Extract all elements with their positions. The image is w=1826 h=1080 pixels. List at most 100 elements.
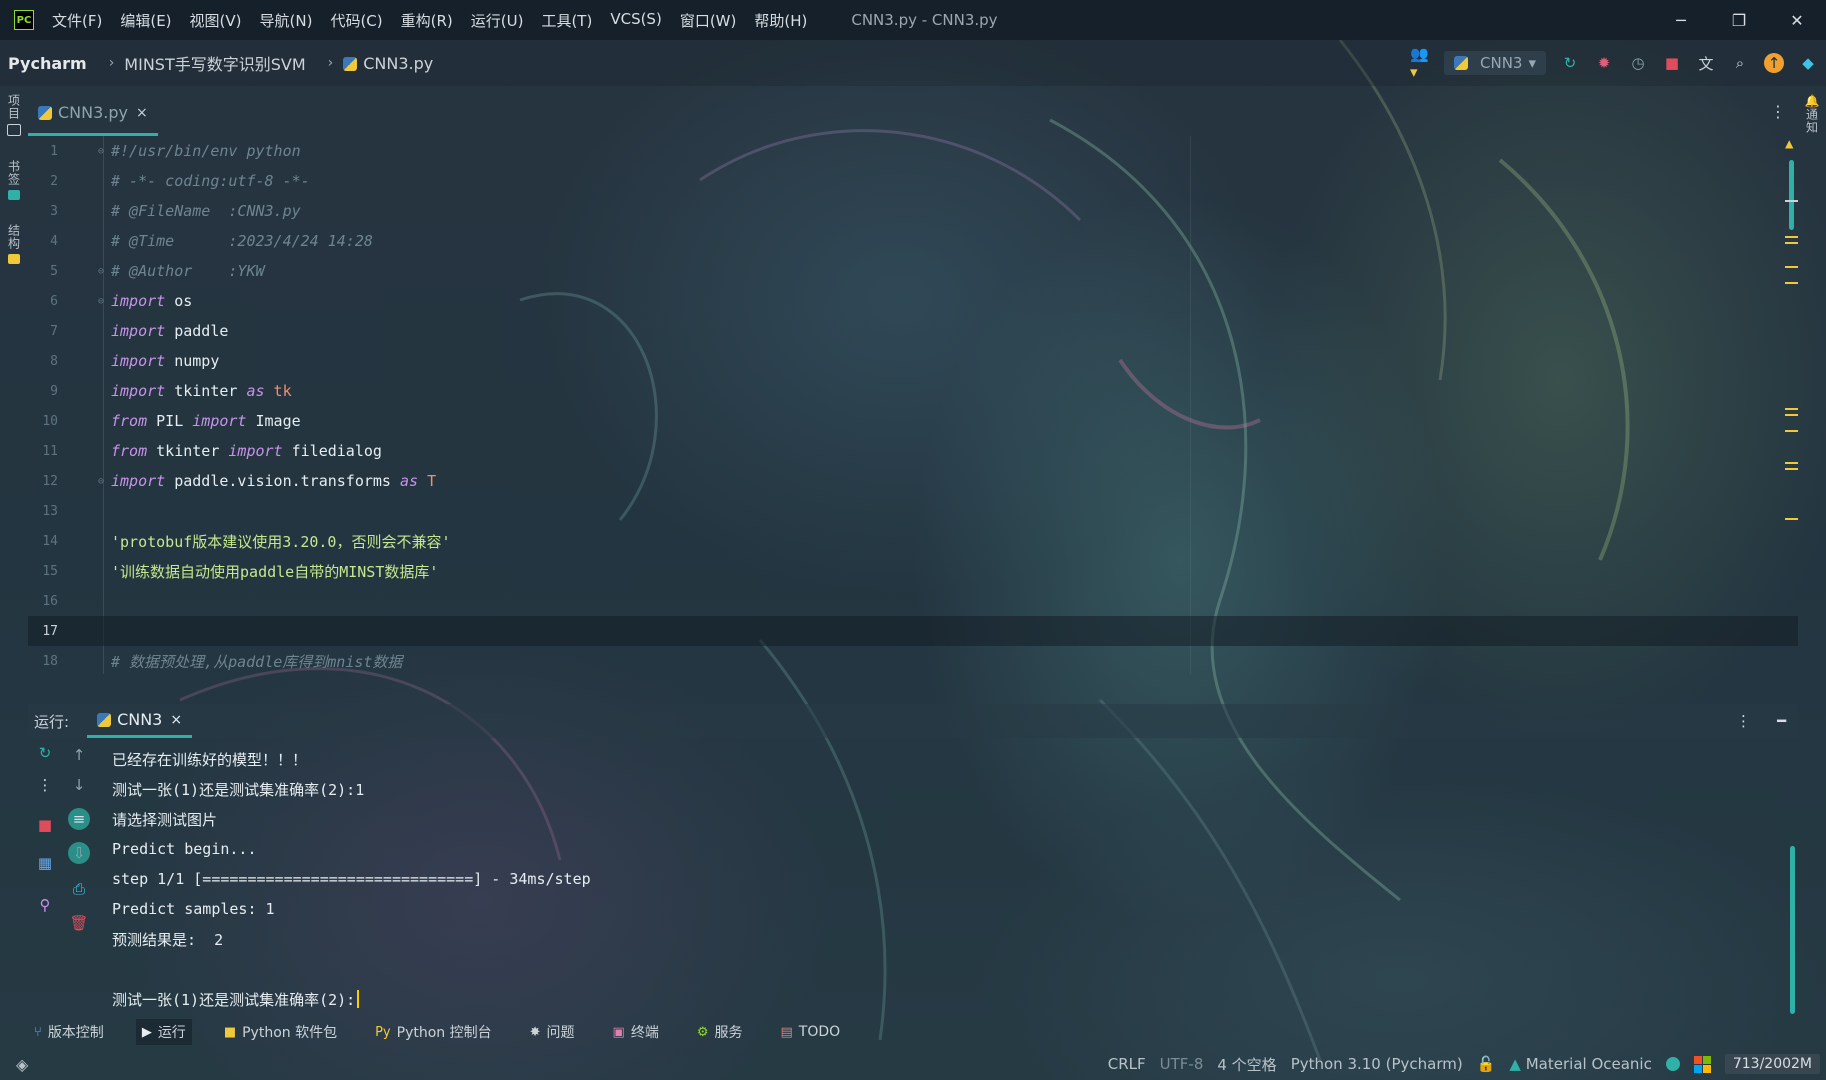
code-line[interactable]: 15 '训练数据自动使用paddle自带的MINST数据库' — [28, 556, 1798, 586]
line-number[interactable]: 7 — [28, 324, 58, 339]
breadcrumb-project[interactable]: MINST手写数字识别SVM — [124, 51, 305, 75]
minimize-button[interactable]: ─ — [1652, 0, 1710, 40]
close-run-tab-icon[interactable]: × — [170, 712, 182, 728]
menu-view[interactable]: 视图(V) — [190, 10, 242, 31]
pin-icon[interactable]: ⚲ — [34, 894, 56, 916]
close-window-button[interactable]: ✕ — [1768, 0, 1826, 40]
toolwindow-button[interactable]: ▤ TODO — [774, 1019, 846, 1045]
scroll-down-icon[interactable]: ↓ — [68, 774, 90, 796]
tool-structure[interactable]: 结构 — [0, 224, 28, 264]
tool-bookmarks[interactable]: 书签 — [0, 160, 28, 200]
stop-icon[interactable]: ■ — [1662, 53, 1682, 73]
layout-icon[interactable]: ▦ — [34, 852, 56, 874]
soft-wrap-icon[interactable]: ≡ — [68, 808, 90, 830]
tab-cnn3-py[interactable]: CNN3.py × — [28, 92, 158, 136]
line-number[interactable]: 16 — [28, 594, 58, 609]
toolwindow-button[interactable]: ▣ 终端 — [607, 1019, 665, 1045]
line-number[interactable]: 17 — [28, 624, 58, 639]
run-tab-cnn3[interactable]: CNN3 × — [87, 704, 193, 738]
fold-icon[interactable]: ⊖ — [98, 296, 108, 307]
code-line[interactable]: 14 'protobuf版本建议使用3.20.0，否则会不兼容' — [28, 526, 1798, 556]
run-console-output[interactable]: 已经存在训练好的模型！！！ 测试一张(1)还是测试集准确率(2):1 请选择测试图片… — [112, 744, 1772, 1014]
scroll-up-icon[interactable]: ↑ — [68, 744, 90, 766]
more-icon[interactable]: ⋮ — [1770, 102, 1786, 121]
toolwindow-button[interactable]: ■ Python 软件包 — [218, 1019, 343, 1045]
run-config-selector[interactable]: CNN3 ▾ — [1444, 51, 1546, 75]
breadcrumb-root[interactable]: Pycharm — [8, 54, 87, 73]
line-number[interactable]: 18 — [28, 654, 58, 669]
breadcrumb-file[interactable]: CNN3.py — [343, 54, 433, 73]
code-line[interactable]: 17 — [28, 616, 1798, 646]
console-scrollbar-thumb[interactable] — [1790, 846, 1795, 1014]
toolwindow-button[interactable]: ⑂ 版本控制 — [28, 1019, 110, 1045]
code-line[interactable]: 4 # @Time :2023/4/24 14:28 — [28, 226, 1798, 256]
more-icon[interactable]: ⋮ — [1736, 712, 1751, 730]
menu-vcs[interactable]: VCS(S) — [610, 10, 661, 31]
hide-panel-icon[interactable]: ━ — [1777, 712, 1786, 730]
line-number[interactable]: 11 — [28, 444, 58, 459]
pycharm-logo-icon[interactable]: PC — [14, 10, 34, 30]
code-line[interactable]: 10 from PIL import Image — [28, 406, 1798, 436]
windows-logo-icon[interactable] — [1693, 1055, 1711, 1073]
fold-icon[interactable]: ⊖ — [98, 476, 108, 487]
fold-icon[interactable]: ⊖ — [98, 146, 108, 157]
code-editor[interactable]: ▲ 1 ⊖ #!/usr/bin/env python 2 # -*- coding:u… — [28, 136, 1798, 674]
code-line[interactable]: 5 ⊖ # @Author :YKW — [28, 256, 1798, 286]
code-line[interactable]: 1 ⊖ #!/usr/bin/env python — [28, 136, 1798, 166]
encoding-widget[interactable]: UTF-8 — [1160, 1055, 1204, 1073]
code-line[interactable]: 8 import numpy — [28, 346, 1798, 376]
line-number[interactable]: 5 — [28, 264, 58, 279]
scroll-to-end-icon[interactable]: ⇩ — [68, 842, 90, 864]
line-number[interactable]: 4 — [28, 234, 58, 249]
line-separator-widget[interactable]: CRLF — [1108, 1055, 1146, 1073]
menu-help[interactable]: 帮助(H) — [754, 10, 807, 31]
fold-icon[interactable]: ⊖ — [98, 266, 108, 277]
stop-icon[interactable]: ■ — [34, 814, 56, 836]
rerun-icon[interactable]: ↻ — [1560, 53, 1580, 73]
tool-project[interactable]: 项目 — [0, 94, 28, 136]
menu-run[interactable]: 运行(U) — [471, 10, 524, 31]
layers-icon[interactable]: ◈ — [16, 1055, 28, 1074]
line-number[interactable]: 14 — [28, 534, 58, 549]
users-icon[interactable]: 👥▾ — [1410, 45, 1430, 81]
assistant-icon[interactable]: ◆ — [1798, 53, 1818, 73]
menu-code[interactable]: 代码(C) — [330, 10, 382, 31]
code-line[interactable]: 2 # -*- coding:utf-8 -*- — [28, 166, 1798, 196]
status-dot-icon[interactable] — [1665, 1057, 1680, 1071]
line-number[interactable]: 10 — [28, 414, 58, 429]
code-line[interactable]: 11 from tkinter import filedialog — [28, 436, 1798, 466]
close-tab-icon[interactable]: × — [136, 105, 148, 121]
code-line[interactable]: 13 — [28, 496, 1798, 526]
toolwindow-button[interactable]: ▶ 运行 — [135, 1019, 192, 1045]
menu-window[interactable]: 窗口(W) — [680, 10, 737, 31]
interpreter-widget[interactable]: Python 3.10 (Pycharm) — [1291, 1055, 1463, 1073]
line-number[interactable]: 12 — [28, 474, 58, 489]
search-icon[interactable]: ⌕ — [1730, 53, 1750, 73]
code-line[interactable]: 9 import tkinter as tk — [28, 376, 1798, 406]
line-number[interactable]: 13 — [28, 504, 58, 519]
code-line[interactable]: 12 ⊖ import paddle.vision.transforms as T — [28, 466, 1798, 496]
line-number[interactable]: 9 — [28, 384, 58, 399]
line-number[interactable]: 15 — [28, 564, 58, 579]
code-line[interactable]: 16 — [28, 586, 1798, 616]
menu-file[interactable]: 文件(F) — [52, 10, 102, 31]
print-icon[interactable]: ⎙ — [68, 878, 90, 900]
line-number[interactable]: 1 — [28, 144, 58, 159]
theme-widget[interactable]: ▲ Material Oceanic — [1509, 1055, 1651, 1073]
toolwindow-button[interactable]: ✸ 问题 — [524, 1019, 581, 1045]
rerun-icon[interactable]: ↻ — [34, 742, 56, 764]
memory-indicator[interactable]: 713/2002M — [1724, 1054, 1820, 1074]
code-line[interactable]: 3 # @FileName :CNN3.py — [28, 196, 1798, 226]
indent-widget[interactable]: 4 个空格 — [1217, 1054, 1276, 1075]
translate-icon[interactable]: 文 — [1696, 53, 1716, 73]
tool-notifications[interactable]: 🔔 通知 — [1798, 94, 1826, 134]
menu-refactor[interactable]: 重构(R) — [401, 10, 453, 31]
code-line[interactable]: 7 import paddle — [28, 316, 1798, 346]
update-icon[interactable]: ↑ — [1764, 53, 1784, 73]
code-line[interactable]: 18 # 数据预处理,从paddle库得到mnist数据 — [28, 646, 1798, 674]
toolwindow-button[interactable]: ⚙ 服务 — [691, 1019, 749, 1045]
line-number[interactable]: 6 — [28, 294, 58, 309]
debug-icon[interactable]: ✹ — [1594, 53, 1614, 73]
clear-icon[interactable]: 🗑 — [68, 912, 90, 934]
line-number[interactable]: 3 — [28, 204, 58, 219]
